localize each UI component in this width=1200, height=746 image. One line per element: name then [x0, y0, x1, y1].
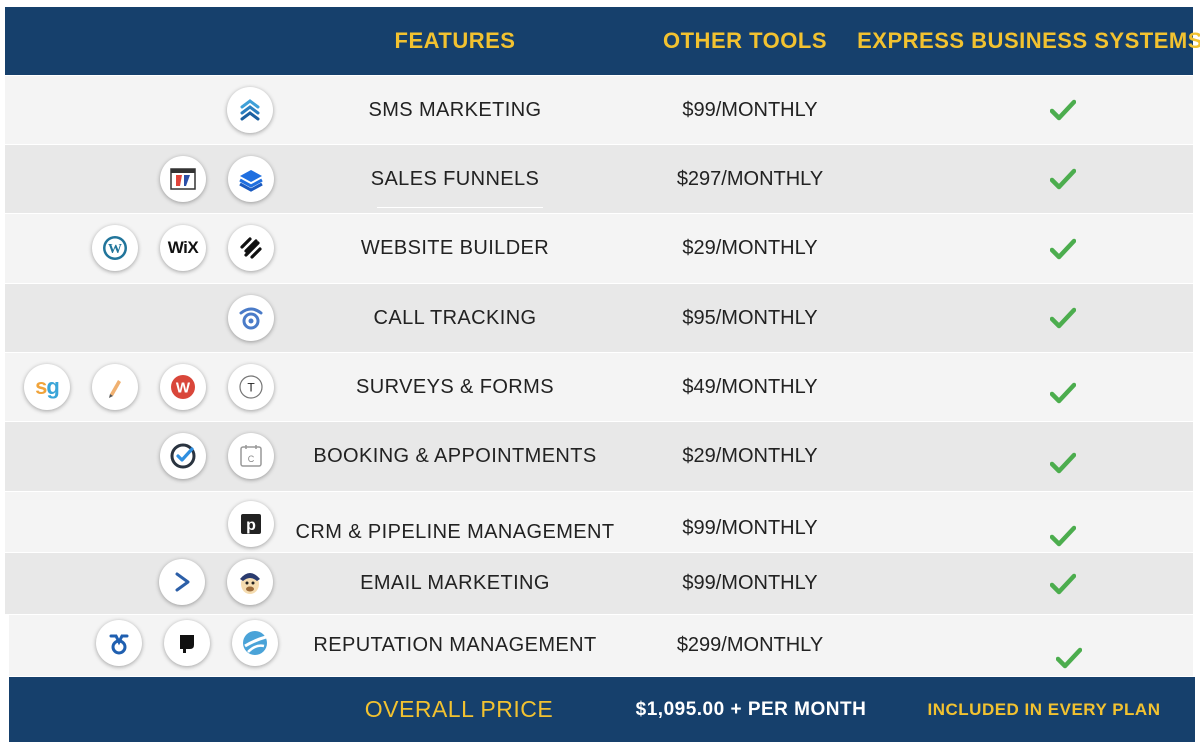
pipedrive-logo-icon: p — [228, 501, 274, 547]
table-row: CRM & PIPELINE MANAGEMENT $99/MONTHLY — [5, 492, 1193, 552]
feature-name: CALL TRACKING — [373, 306, 537, 329]
squarespace-logo-icon — [228, 225, 274, 271]
birdeye-logo-icon — [96, 620, 142, 666]
reputation-logo-icon — [232, 620, 278, 666]
included-in-every-plan-label: INCLUDED IN EVERY PLAN — [927, 699, 1161, 719]
divider — [377, 207, 543, 208]
svg-text:p: p — [246, 517, 256, 534]
other-tools-price: $29/MONTHLY — [682, 237, 818, 259]
check-icon — [1045, 284, 1081, 352]
calendly-logo-icon: C — [228, 433, 274, 479]
express-column-header: EXPRESS BUSINESS SYSTEMS — [857, 28, 1200, 53]
feature-name: BOOKING & APPOINTMENTS — [313, 445, 597, 467]
svg-text:W: W — [108, 242, 122, 257]
other-tools-price: $95/MONTHLY — [682, 306, 818, 329]
wordpress-logo-icon: W — [92, 225, 138, 271]
podium-logo-icon — [164, 620, 210, 666]
other-tools-price: $99/MONTHLY — [682, 98, 818, 121]
feature-name: EMAIL MARKETING — [360, 572, 550, 594]
overall-price-value: $1,095.00 + PER MONTH — [635, 698, 867, 720]
feature-name: SURVEYS & FORMS — [356, 375, 554, 398]
other-tools-price: $99/MONTHLY — [682, 572, 818, 594]
mailchimp-logo-icon — [227, 559, 273, 605]
feature-name: WEBSITE BUILDER — [360, 237, 550, 259]
check-circle-logo-icon — [160, 433, 206, 479]
other-tools-price: $49/MONTHLY — [682, 375, 818, 398]
wix-logo-icon: WiX — [160, 225, 206, 271]
check-icon — [1045, 145, 1081, 213]
activecampaign-logo-icon — [159, 559, 205, 605]
layers-logo-icon — [228, 156, 274, 202]
feature-name: SMS MARKETING — [368, 98, 542, 121]
call-tracking-logo-icon — [228, 295, 274, 341]
other-tools-price: $297/MONTHLY — [676, 167, 824, 190]
overall-price-footer: OVERALL PRICE $1,095.00 + PER MONTH INCL… — [9, 677, 1195, 742]
surveygizmo-logo-icon: sg — [24, 364, 70, 410]
comparison-header: FEATURES OTHER TOOLS EXPRESS BUSINESS SY… — [5, 7, 1200, 75]
features-column-header: FEATURES — [394, 28, 516, 53]
other-tools-price: $99/MONTHLY — [682, 516, 818, 539]
wufoo-logo-icon: W — [160, 364, 206, 410]
overall-price-label: OVERALL PRICE — [364, 696, 554, 722]
sms-marketing-logo-icon — [227, 87, 273, 133]
typeform-logo-icon: T — [228, 364, 274, 410]
clickfunnels-logo-icon — [160, 156, 206, 202]
feature-name: REPUTATION MANAGEMENT — [313, 634, 597, 656]
svg-text:C: C — [248, 454, 255, 464]
check-icon — [1045, 214, 1081, 283]
table-row: SMS MARKETING $99/MONTHLY — [5, 76, 1193, 144]
check-icon — [1045, 76, 1081, 144]
svg-text:T: T — [247, 381, 255, 395]
pen-logo-icon — [92, 364, 138, 410]
other-tools-price: $29/MONTHLY — [682, 445, 818, 467]
other-tools-column-header: OTHER TOOLS — [663, 28, 827, 53]
table-row: CALL TRACKING $95/MONTHLY — [5, 284, 1193, 352]
check-icon — [1045, 353, 1081, 427]
other-tools-price: $299/MONTHLY — [676, 634, 824, 656]
check-icon — [1045, 422, 1081, 497]
check-icon — [1045, 553, 1081, 614]
feature-name: CRM & PIPELINE MANAGEMENT — [295, 520, 615, 543]
feature-name: SALES FUNNELS — [370, 167, 540, 190]
svg-text:W: W — [176, 380, 191, 397]
